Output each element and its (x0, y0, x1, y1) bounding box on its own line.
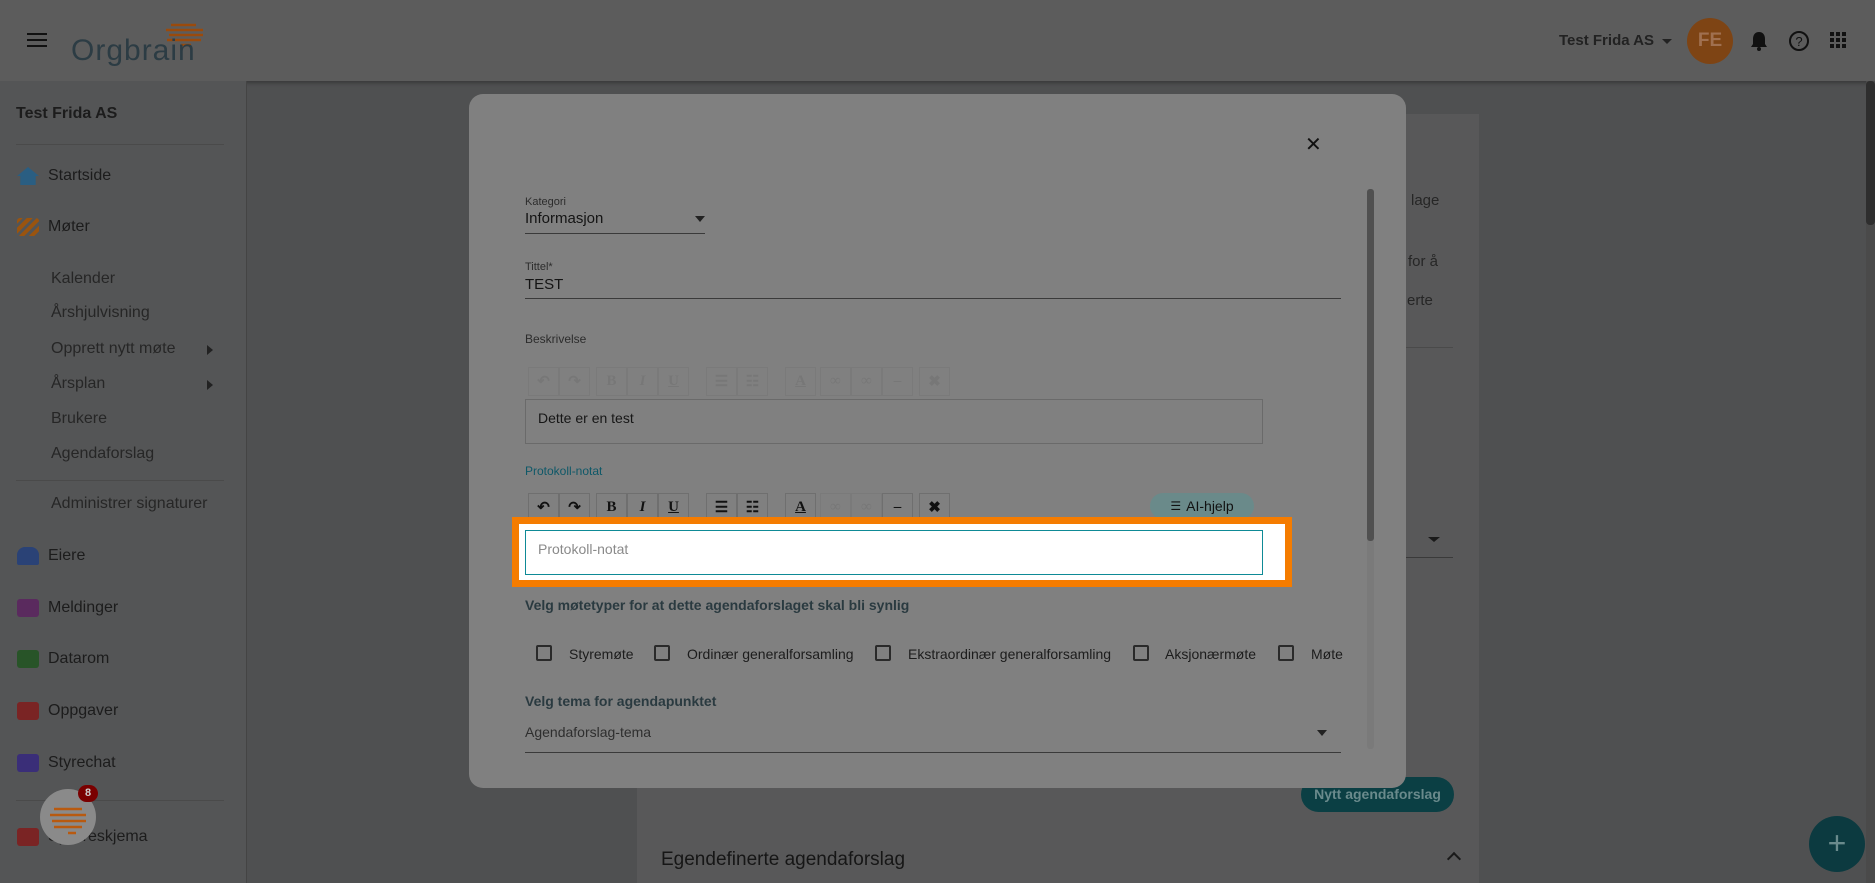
sidebar-item-moter[interactable]: Møter (48, 218, 90, 236)
scrollbar-thumb[interactable] (1866, 81, 1875, 225)
sidebar-item-oppgaver[interactable]: Oppgaver (48, 702, 118, 720)
caret-down-icon (1662, 38, 1673, 44)
chat-icon (17, 754, 39, 772)
beskrivelse-textarea[interactable]: Dette er en test (525, 399, 1263, 444)
add-fab-button[interactable]: + (1809, 816, 1865, 872)
survey-icon (17, 828, 39, 846)
chevron-right-icon (207, 345, 213, 355)
scrollbar-thumb[interactable] (1367, 189, 1374, 541)
section-title: Egendefinerte agendaforslag (661, 849, 906, 870)
ai-help-label: AI-hjelp (1186, 498, 1234, 514)
sidebar-item-administrer-signaturer[interactable]: Administrer signaturer (51, 495, 208, 513)
bold-button[interactable]: B (596, 367, 627, 396)
checkbox-ordinaer-generalforsamling[interactable] (654, 645, 670, 661)
sidebar: Test Frida AS Startside Møter Kalender Å… (0, 81, 247, 883)
notification-badge: 8 (78, 785, 98, 802)
sidebar-item-styrechat[interactable]: Styrechat (48, 754, 116, 772)
chevron-right-icon (207, 380, 213, 390)
caret-down-icon (695, 216, 705, 222)
people-icon (17, 547, 39, 565)
checkbox-aksjonaermote[interactable] (1133, 645, 1149, 661)
brain-icon: ☰ (1170, 499, 1182, 513)
sidebar-item-datarom[interactable]: Datarom (48, 650, 109, 668)
divider (1406, 557, 1453, 558)
sidebar-item-kalender[interactable]: Kalender (51, 270, 115, 288)
bullet-list-button[interactable]: ☰ (706, 367, 737, 396)
svg-text:?: ? (1795, 34, 1802, 49)
checkbox-label: Møte (1311, 646, 1343, 662)
horizontal-rule-button[interactable]: – (882, 367, 913, 396)
folder-icon (17, 650, 39, 668)
card-text: for å (1408, 253, 1439, 270)
apps-icon[interactable] (1830, 32, 1847, 49)
sidebar-item-arshjulvisning[interactable]: Årshjulvisning (51, 304, 150, 322)
kategori-select[interactable]: Informasjon (525, 210, 705, 234)
bell-icon[interactable] (1749, 30, 1769, 52)
theme-heading: Velg tema for agendapunktet (525, 693, 717, 709)
tittel-input[interactable]: TEST (525, 276, 1341, 299)
company-selector[interactable]: Test Frida AS (1559, 32, 1673, 49)
sidebar-item-arsplan[interactable]: Årsplan (51, 375, 105, 393)
caret-down-icon (1317, 730, 1327, 736)
menu-icon[interactable] (27, 33, 47, 47)
sidebar-item-startside[interactable]: Startside (48, 167, 111, 185)
italic-button[interactable]: I (627, 367, 658, 396)
kategori-label: Kategori (525, 196, 566, 208)
help-icon[interactable]: ? (1788, 30, 1810, 52)
numbered-list-button[interactable]: ☷ (737, 367, 768, 396)
divider (1406, 347, 1453, 348)
tittel-label: Tittel* (525, 261, 553, 273)
card-text: lage (1411, 192, 1440, 209)
top-bar: Orgbrain Test Frida AS FE ? (0, 0, 1875, 81)
close-icon[interactable]: ✕ (1305, 132, 1322, 157)
sidebar-item-eiere[interactable]: Eiere (48, 547, 85, 565)
clear-format-button[interactable]: ✖ (919, 367, 950, 396)
redo-button[interactable]: ↷ (559, 367, 590, 396)
sidebar-item-meldinger[interactable]: Meldinger (48, 599, 118, 617)
page-scrollbar[interactable] (1866, 81, 1875, 883)
undo-button[interactable]: ↶ (528, 367, 559, 396)
checkbox-label: Aksjonærmøte (1165, 646, 1257, 662)
checkbox-label: Styremøte (569, 646, 634, 662)
task-icon (17, 702, 39, 720)
sidebar-item-brukere[interactable]: Brukere (51, 410, 107, 428)
dropdown-arrow-icon[interactable] (1428, 537, 1440, 542)
dialog-scrollbar[interactable] (1367, 189, 1374, 749)
logo-text: Orgbrain (71, 34, 196, 67)
message-alert-icon (17, 599, 39, 617)
org-name: Test Frida AS (16, 105, 118, 122)
company-name: Test Frida AS (1559, 32, 1655, 49)
beskrivelse-label: Beskrivelse (525, 332, 587, 346)
avatar[interactable]: FE (1687, 18, 1733, 64)
underline-button[interactable]: U (658, 367, 689, 396)
unlink-button[interactable]: ∞ (851, 367, 882, 396)
checkbox-styremote[interactable] (536, 645, 552, 661)
checkbox-ekstraordinaer-generalforsamling[interactable] (875, 645, 891, 661)
tittel-value: TEST (525, 276, 564, 293)
sidebar-item-opprett-nytt-mote[interactable]: Opprett nytt møte (51, 340, 175, 358)
theme-placeholder: Agendaforslag-tema (525, 724, 652, 740)
protokoll-textarea[interactable]: Protokoll-notat (525, 530, 1263, 575)
kategori-value: Informasjon (525, 210, 604, 227)
checkbox-label: Ekstraordinær generalforsamling (908, 646, 1112, 662)
checkbox-mote[interactable] (1278, 645, 1294, 661)
text-color-button[interactable]: A (785, 367, 816, 396)
link-button[interactable]: ∞ (820, 367, 851, 396)
divider (16, 480, 224, 481)
theme-select[interactable]: Agendaforslag-tema (525, 724, 1341, 753)
card-text: erte (1407, 292, 1433, 309)
gavel-icon (17, 218, 39, 236)
agenda-proposal-dialog: ✕ Kategori Informasjon Tittel* TEST Besk… (469, 94, 1406, 788)
protokoll-label: Protokoll-notat (525, 464, 603, 478)
home-icon (17, 167, 39, 185)
ai-help-button[interactable]: ☰ AI-hjelp (1150, 493, 1254, 519)
checkbox-label: Ordinær generalforsamling (687, 646, 854, 662)
divider (16, 144, 224, 145)
sidebar-item-agendaforslag[interactable]: Agendaforslag (51, 445, 154, 463)
meeting-types-heading: Velg møtetyper for at dette agendaforsla… (525, 597, 910, 613)
logo[interactable]: Orgbrain (71, 18, 211, 68)
chevron-up-icon[interactable] (1446, 851, 1462, 867)
